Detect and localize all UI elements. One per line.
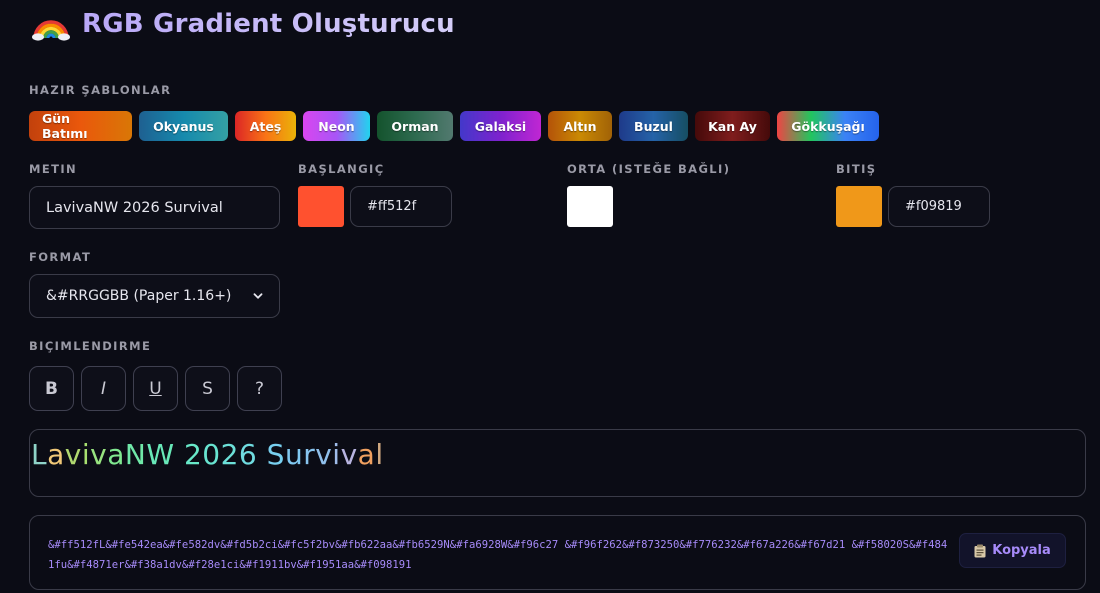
preset-ocean[interactable]: Okyanus	[139, 111, 228, 141]
copy-button[interactable]: Kopyala	[959, 533, 1066, 568]
preview-char	[175, 438, 184, 471]
output-code[interactable]: &#ff512fL&#fe542ea&#fe582dv&#fd5b2ci&#fc…	[48, 535, 953, 575]
rainbow-icon	[32, 20, 70, 41]
strikethrough-button[interactable]: S	[185, 366, 230, 411]
preset-sunset[interactable]: Gün Batımı	[29, 111, 132, 141]
preview-char: W	[146, 438, 175, 471]
start-color-swatch[interactable]	[298, 186, 344, 227]
app-header: RGB Gradient Oluşturucu	[32, 6, 455, 42]
preset-gold[interactable]: Altın	[548, 111, 612, 141]
preset-forest[interactable]: Orman	[377, 111, 453, 141]
preview-char: L	[31, 438, 48, 471]
output-panel: &#ff512fL&#fe542ea&#fe582dv&#fd5b2ci&#fc…	[29, 515, 1086, 590]
preview-char: r	[303, 438, 316, 471]
preview-char: 6	[238, 438, 258, 471]
format-select[interactable]: &#RRGGBB (Paper 1.16+)	[29, 274, 280, 318]
preset-label: Orman	[391, 118, 439, 134]
strikethrough-button-label: S	[202, 378, 213, 399]
text-input-value: LavivaNW 2026 Survival	[46, 199, 223, 216]
preset-neon[interactable]: Neon	[303, 111, 370, 141]
help-button-label: ?	[254, 378, 265, 399]
preset-label: Neon	[318, 118, 355, 134]
end-color-label: BITIŞ	[836, 162, 877, 176]
preset-label: Okyanus	[153, 118, 214, 134]
preview-char: 2	[220, 438, 239, 471]
preview-char: N	[124, 438, 147, 471]
end-color-value: #f09819	[905, 199, 962, 214]
preset-label: Gökkuşağı	[791, 118, 865, 134]
preview-char: v	[315, 438, 333, 471]
preset-label: Altın	[563, 118, 597, 134]
middle-color-label: ORTA (ISTEĞE BAĞLI)	[567, 162, 731, 176]
preview-char: v	[340, 438, 358, 471]
clipboard-icon	[974, 544, 986, 557]
format-label: FORMAT	[29, 250, 92, 264]
start-color-value: #ff512f	[367, 199, 417, 214]
preview-char: v	[90, 438, 108, 471]
presets-label: HAZIR ŞABLONLAR	[29, 83, 172, 97]
copy-button-label: Kopyala	[992, 543, 1051, 558]
text-input[interactable]: LavivaNW 2026 Survival	[29, 186, 280, 229]
middle-color-swatch[interactable]	[567, 186, 613, 227]
preset-label: Buzul	[634, 118, 673, 134]
preset-label: Kan Ay	[708, 118, 757, 134]
preview-char: a	[357, 438, 376, 471]
bold-button-label: B	[45, 378, 58, 399]
start-color-label: BAŞLANGIÇ	[298, 162, 385, 176]
preview-char: a	[47, 438, 65, 471]
bold-button[interactable]: B	[29, 366, 74, 411]
preview-char	[257, 438, 266, 471]
text-field-label: METIN	[29, 162, 78, 176]
preview-char: a	[107, 438, 125, 471]
italic-button-label: I	[100, 378, 106, 399]
preset-blood-moon[interactable]: Kan Ay	[695, 111, 770, 141]
preview-text: LavivaNW 2026 Survival	[31, 438, 1085, 471]
preview-char: S	[266, 438, 285, 471]
app-root: RGB Gradient Oluşturucu HAZIR ŞABLONLAR …	[0, 0, 1100, 593]
chevron-down-icon	[253, 293, 263, 299]
gradient-preview: LavivaNW 2026 Survival	[29, 429, 1086, 497]
end-color-swatch[interactable]	[836, 186, 882, 227]
preset-galaxy[interactable]: Galaksi	[460, 111, 541, 141]
preview-char: 2	[183, 438, 203, 471]
preset-list: Gün Batımı Okyanus Ateş Neon Orman Galak…	[29, 111, 879, 141]
formatting-label: BIÇIMLENDIRME	[29, 339, 152, 353]
preset-label: Galaksi	[474, 118, 527, 134]
preview-char: l	[375, 438, 384, 471]
preset-fire[interactable]: Ateş	[235, 111, 296, 141]
preset-glacier[interactable]: Buzul	[619, 111, 688, 141]
preset-rainbow[interactable]: Gökkuşağı	[777, 111, 879, 141]
preview-char: v	[64, 438, 82, 471]
preview-char: i	[332, 438, 341, 471]
help-button[interactable]: ?	[237, 366, 282, 411]
start-color-input[interactable]: #ff512f	[350, 186, 452, 227]
preview-char: i	[81, 438, 91, 471]
preview-char: u	[284, 438, 304, 471]
preset-label: Ateş	[249, 118, 282, 134]
end-color-input[interactable]: #f09819	[888, 186, 990, 227]
preview-char: 0	[202, 438, 221, 471]
italic-button[interactable]: I	[81, 366, 126, 411]
underline-button-label: U	[149, 378, 162, 399]
preset-label: Gün Batımı	[42, 111, 88, 141]
underline-button[interactable]: U	[133, 366, 178, 411]
format-selected-value: &#RRGGBB (Paper 1.16+)	[46, 288, 232, 304]
page-title: RGB Gradient Oluşturucu	[82, 9, 455, 39]
